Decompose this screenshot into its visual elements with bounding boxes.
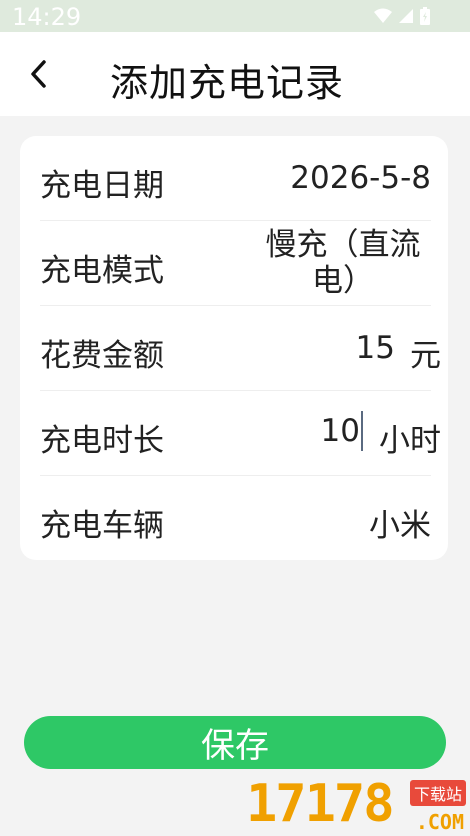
mode-value-line2: 电） bbox=[312, 263, 374, 299]
cost-value: 15 bbox=[355, 330, 395, 366]
back-button[interactable] bbox=[18, 54, 58, 94]
save-button[interactable]: 保存 bbox=[24, 716, 446, 769]
cost-input[interactable]: 15 bbox=[356, 330, 395, 366]
watermark-tag: 下载站 bbox=[409, 780, 466, 806]
duration-input[interactable]: 10 bbox=[321, 411, 363, 451]
watermark-number: 17178 bbox=[246, 774, 395, 834]
app-header: 添加充电记录 bbox=[0, 32, 470, 116]
mode-value[interactable]: 慢充（直流 电） bbox=[255, 227, 431, 299]
status-bar: 14:29 bbox=[0, 0, 470, 32]
duration-row: 充电时长 10 小时 bbox=[40, 391, 441, 476]
date-value[interactable]: 2026-5-8 bbox=[290, 160, 431, 196]
mode-label: 充电模式 bbox=[40, 253, 164, 289]
duration-value: 10 bbox=[320, 413, 360, 449]
mode-value-line1: 慢充（直流 bbox=[265, 227, 421, 263]
mode-row[interactable]: 充电模式 慢充（直流 电） bbox=[40, 221, 431, 306]
duration-label: 充电时长 bbox=[40, 423, 164, 459]
vehicle-value[interactable]: 小米 bbox=[369, 500, 431, 545]
vehicle-row[interactable]: 充电车辆 小米 bbox=[40, 476, 431, 561]
date-label: 充电日期 bbox=[40, 168, 164, 204]
date-row[interactable]: 充电日期 2026-5-8 bbox=[40, 136, 431, 221]
cost-unit: 元 bbox=[410, 338, 441, 374]
watermark-domain: .COM bbox=[415, 810, 464, 834]
wifi-icon bbox=[374, 8, 392, 24]
status-icons bbox=[374, 6, 430, 26]
site-watermark: 17178 下载站 .COM bbox=[246, 774, 470, 836]
battery-icon bbox=[420, 7, 430, 25]
cost-label: 花费金额 bbox=[40, 338, 164, 374]
status-time: 14:29 bbox=[12, 3, 82, 31]
vehicle-label: 充电车辆 bbox=[40, 508, 164, 544]
duration-unit: 小时 bbox=[379, 423, 441, 459]
chevron-left-icon bbox=[31, 60, 46, 88]
text-caret bbox=[361, 411, 363, 451]
form-card: 充电日期 2026-5-8 充电模式 慢充（直流 电） 花费金额 15 元 充电… bbox=[20, 136, 448, 560]
signal-icon bbox=[398, 8, 414, 24]
page-title: 添加充电记录 bbox=[110, 61, 345, 105]
cost-row: 花费金额 15 元 bbox=[40, 306, 441, 391]
